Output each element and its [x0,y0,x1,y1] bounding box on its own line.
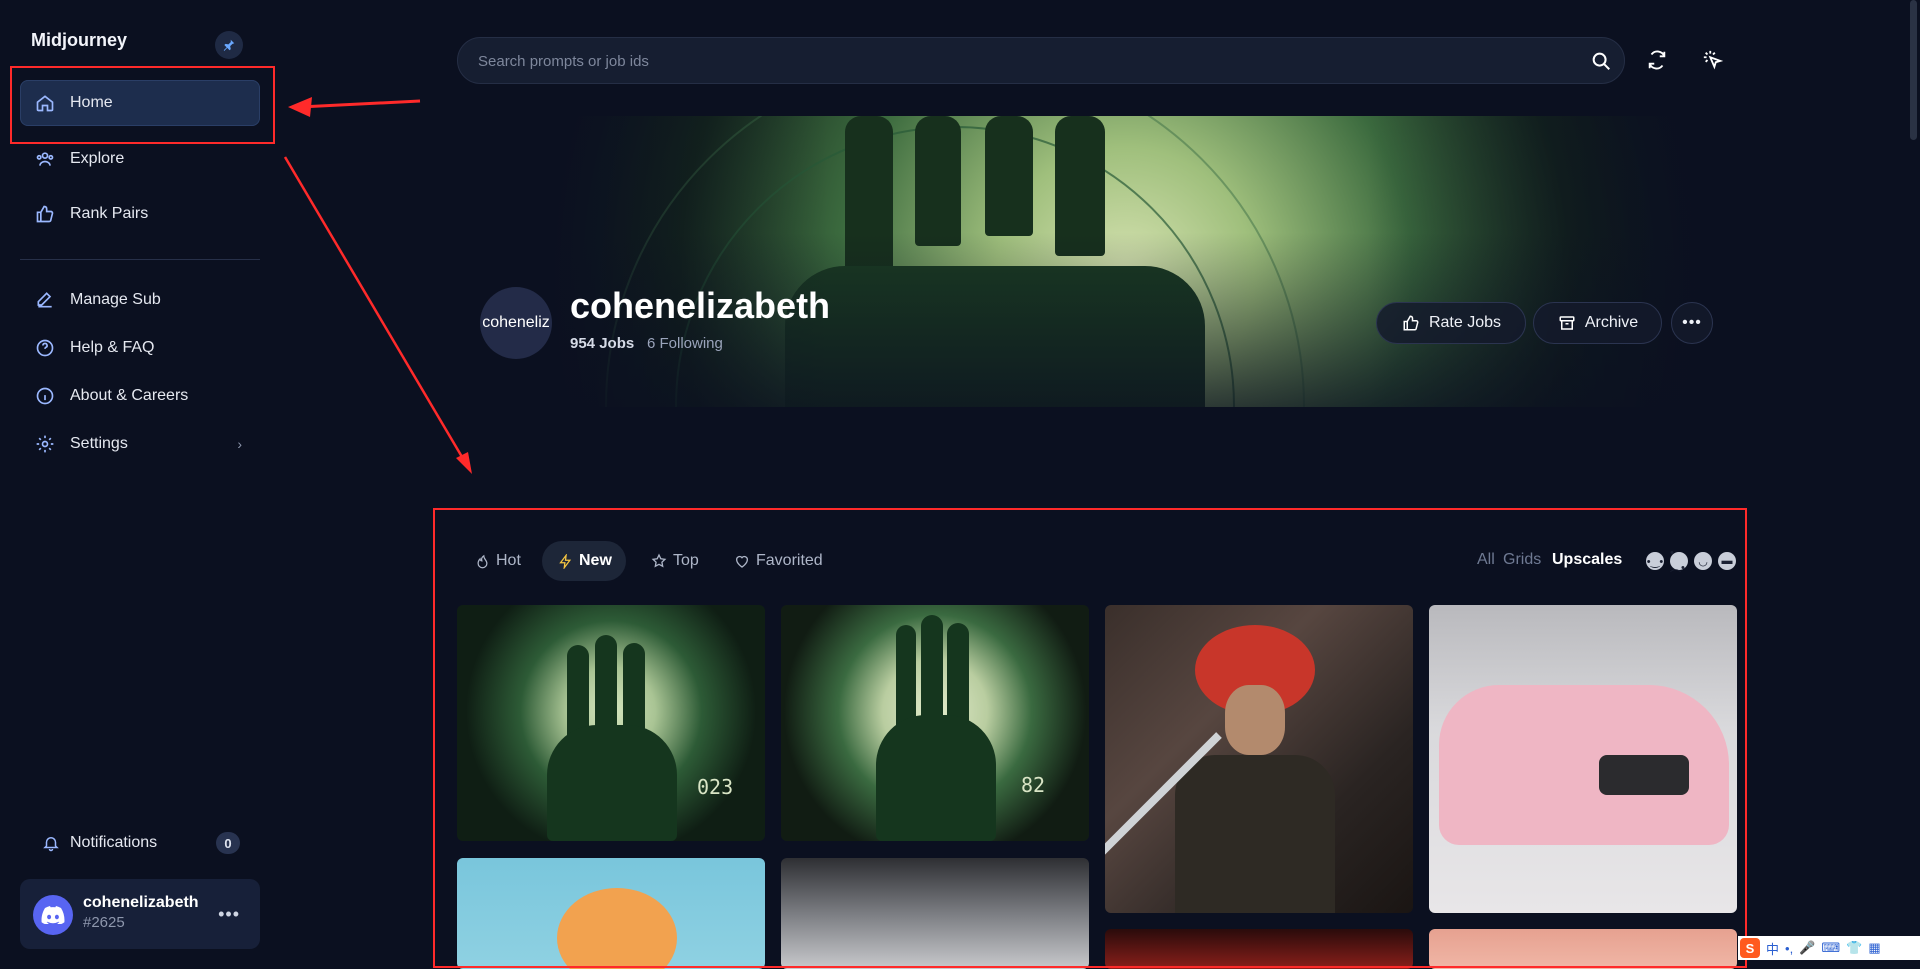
search-bar [457,37,1625,84]
page-scrollbar[interactable] [1910,0,1917,140]
sidebar-item-about[interactable]: About & Careers [20,373,260,419]
ime-mode-label: 中 [1766,941,1780,957]
sidebar: Midjourney Home Explore Rank Pairs Manag… [0,0,280,969]
more-icon: ••• [1682,314,1702,331]
profile-banner [425,116,1770,407]
shirt-icon: 👕 [1846,940,1863,955]
user-name: cohenelizabeth [83,894,199,911]
bell-icon [40,832,62,854]
thumbs-up-icon [34,203,56,225]
keyboard-icon: ⌨ [1821,940,1841,955]
notifications-label: Notifications [70,834,158,851]
profile-job-count: 954 Jobs [570,335,635,352]
annotation-box-home [10,66,275,144]
profile-following-link[interactable]: 6 Following [647,335,723,352]
info-icon [34,385,56,407]
profile-avatar[interactable]: coheneliz [480,287,552,359]
sidebar-item-manage-sub[interactable]: Manage Sub [20,277,260,323]
sidebar-item-settings[interactable]: Settings › [20,421,260,467]
profile-name: cohenelizabeth [570,285,831,326]
sidebar-item-label: About & Careers [70,387,189,404]
search-input[interactable] [478,50,1558,72]
sidebar-item-help[interactable]: Help & FAQ [20,325,260,371]
sidebar-item-label: Settings [70,435,128,452]
discord-icon [33,895,73,935]
pin-icon[interactable] [215,31,243,59]
rate-jobs-button[interactable]: Rate Jobs [1376,302,1526,344]
ime-punct-icon: •, [1785,940,1794,956]
sidebar-divider [20,259,260,260]
people-icon [34,148,56,170]
sogou-icon: S [1740,938,1760,958]
rate-jobs-label: Rate Jobs [1428,314,1502,331]
sidebar-item-label: Manage Sub [70,291,161,308]
banner-fade [425,116,1770,407]
sidebar-item-label: Explore [70,150,125,167]
annotation-box-gallery [433,508,1747,968]
grid-icon: ▦ [1868,940,1881,955]
mic-icon: 🎤 [1799,940,1816,955]
user-card[interactable]: cohenelizabeth #2625 ••• [20,879,260,949]
help-icon [34,337,56,359]
edit-icon [34,289,56,311]
chevron-right-icon: › [237,436,242,452]
gear-icon [34,433,56,455]
sidebar-item-label: Help & FAQ [70,339,155,356]
archive-icon [1557,313,1577,333]
ime-toolbar[interactable]: S 中 •, 🎤 ⌨ 👕 ▦ [1738,936,1920,960]
brand-logo[interactable]: Midjourney [31,30,127,51]
more-options-button[interactable]: ••• [1671,302,1713,344]
sidebar-item-rank-pairs[interactable]: Rank Pairs [20,191,260,237]
user-tag: #2625 [83,914,125,931]
notifications-count-badge: 0 [216,832,240,854]
refresh-icon[interactable] [1644,47,1670,73]
more-icon[interactable]: ••• [218,904,240,925]
thumbs-up-icon [1401,313,1421,333]
archive-label: Archive [1584,314,1639,331]
notifications-button[interactable]: Notifications 0 [20,826,260,860]
archive-button[interactable]: Archive [1533,302,1662,344]
sidebar-item-label: Rank Pairs [70,205,149,222]
pointer-click-icon[interactable] [1700,47,1726,73]
search-icon[interactable] [1590,50,1612,72]
